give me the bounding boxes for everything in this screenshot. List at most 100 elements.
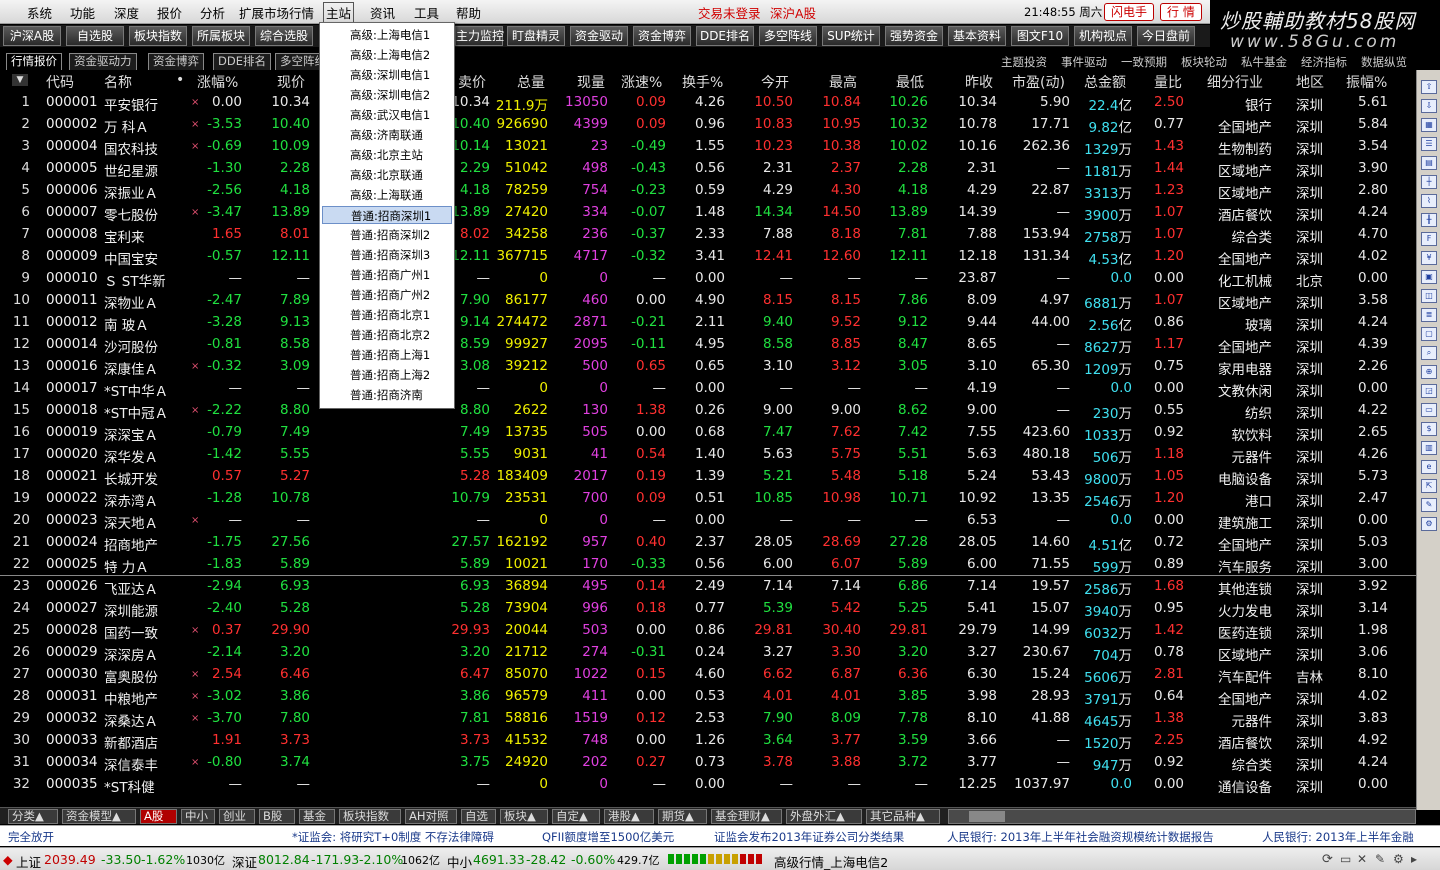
fund-icon[interactable]: ¥ <box>1421 251 1437 265</box>
market-tab[interactable]: B股 <box>259 809 295 824</box>
tab-event-drive[interactable]: 事件驱动 <box>1061 54 1107 70</box>
market-tab[interactable]: 资金模型▲ <box>62 809 136 824</box>
col-price[interactable]: 现价 <box>277 72 305 92</box>
col-volume-ratio[interactable]: 量比 <box>1154 72 1182 92</box>
toolbar-button-watchlist[interactable]: 自选股 <box>66 26 124 46</box>
server-option[interactable]: 高级:上海联通 <box>322 186 452 204</box>
ticker-item[interactable]: QFII额度增至1500亿美元 <box>542 829 674 845</box>
table-row[interactable]: 11 000012 南 玻Ａ -3.28 9.13 9.14 274472 2871 -0.21… <box>0 312 1416 334</box>
toolbar-button-own-sector[interactable]: 所属板块 <box>192 26 250 46</box>
table-row[interactable]: 14 000017 *ST中华Ａ — — —0 0—0.00— — —4.19—0.00 文教休闲… <box>0 378 1416 400</box>
calc-icon[interactable]: ≣ <box>1421 308 1437 322</box>
menu-main-site[interactable]: 主站 <box>323 2 355 23</box>
table-row[interactable]: 2 000002 万 科Ａ × -3.53 10.40 10.40 926690 4399 0.0… <box>0 114 1416 136</box>
market-tab[interactable]: 期货▲ <box>658 809 707 824</box>
table-row[interactable]: 9 000010 Ｓ ST华新 — — —0 0—0.00— — —23.87—0.00 化工机械… <box>0 268 1416 290</box>
table-row[interactable]: 29 000032 深桑达Ａ × -3.70 7.80 7.81 58816 1519 0.12 2… <box>0 708 1416 730</box>
calendar-icon[interactable]: ▣ <box>1421 270 1437 284</box>
server-option[interactable]: 高级:深圳电信1 <box>322 66 452 84</box>
toolbar-button-premarket[interactable]: 今日盘前 <box>1137 26 1195 46</box>
col-prev-close[interactable]: 昨收 <box>965 72 993 92</box>
col-amount[interactable]: 总金额 <box>1084 72 1126 92</box>
table-row[interactable]: 30 000033 新都酒店 1.91 3.73 3.73 41532 748 0.00 1.26… <box>0 730 1416 752</box>
tab-quotes[interactable]: 行情报价 <box>6 53 62 70</box>
col-name[interactable]: 名称 <box>104 72 132 92</box>
ticker-item[interactable]: *证监会: 将研究T+0制度 不存法律障碍 <box>292 829 494 845</box>
list-icon[interactable]: ☰ <box>1421 137 1437 151</box>
settings-icon[interactable]: ⚙ <box>1421 517 1437 531</box>
screen-icon[interactable]: ▭ <box>1421 403 1437 417</box>
toolbar-button-watch-elf[interactable]: 盯盘精灵 <box>507 26 565 46</box>
market-tab[interactable]: 港股▲ <box>604 809 654 824</box>
chart-icon[interactable]: ▭ <box>1340 852 1351 866</box>
menu-tools[interactable]: 工具 <box>414 3 439 22</box>
toolbar-button-sup-stats[interactable]: SUP统计 <box>822 26 880 46</box>
col-speed[interactable]: 涨速% <box>621 72 662 92</box>
market-tab[interactable]: 板块指数 <box>339 809 401 824</box>
tab-capital-drive[interactable]: 资金驱动力 <box>69 53 137 70</box>
market-tab[interactable]: 分类▲ <box>8 809 58 824</box>
toolbar-button-capital-drive[interactable]: 资金驱动 <box>570 26 628 46</box>
server-option[interactable]: 高级:上海电信1 <box>322 26 452 44</box>
table-row[interactable]: 27 000030 富奥股份 × 2.54 6.46 6.47 85070 1022 0.15 4.… <box>0 664 1416 686</box>
sh-index-label[interactable]: 上证 <box>16 852 41 870</box>
market-tab[interactable]: 自定▲ <box>552 809 600 824</box>
toolbar-button-dde-rank[interactable]: DDE排名 <box>696 26 754 46</box>
server-option[interactable]: 普通:招商深圳2 <box>322 226 452 244</box>
db-icon[interactable]: ◫ <box>1421 289 1437 303</box>
refresh-icon[interactable]: ⟳ <box>1322 852 1333 867</box>
col-cur-volume[interactable]: 现量 <box>577 72 605 92</box>
toolbar-button-f10[interactable]: 图文F10 <box>1011 26 1069 46</box>
bars-icon[interactable]: ▥ <box>1421 441 1437 455</box>
server-option[interactable]: 高级:武汉电信1 <box>322 106 452 124</box>
table-row[interactable]: 4 000005 世纪星源 -1.30 2.28 2.29 51042 498 -0.43 0.5… <box>0 158 1416 180</box>
table-row[interactable]: 21 000024 招商地产 -1.75 27.56 27.57 162192 957 0.40… <box>0 532 1416 554</box>
table-row[interactable]: 7 000008 宝利来 1.65 8.01 8.02 34258 236 -0.37 2.33 7… <box>0 224 1416 246</box>
sort-toggle-icon[interactable]: ▼ <box>12 74 28 86</box>
tab-capital-game[interactable]: 资金博弈 <box>148 53 204 70</box>
col-volume[interactable]: 总量 <box>517 72 545 92</box>
col-pe[interactable]: 市盈(动) <box>1012 72 1065 92</box>
market-tab[interactable]: 自选 <box>461 809 496 824</box>
toolbar-button-long-short[interactable]: 多空阵线 <box>759 26 817 46</box>
ticker-item[interactable]: 人民银行: 2013年上半年社会融资规模统计数据报告 <box>947 829 1214 845</box>
table-row[interactable]: 18 000021 长城开发 0.57 5.27 5.28 183409 2017 0.19 1.… <box>0 466 1416 488</box>
menu-analysis[interactable]: 分析 <box>200 3 225 22</box>
scrollbar-thumb[interactable] <box>969 811 1005 822</box>
market-tab[interactable]: AH对照 <box>405 809 457 824</box>
table-row[interactable]: 31 000034 深信泰丰 × -0.80 3.74 3.75 24920 202 0.27 0.… <box>0 752 1416 774</box>
table-row[interactable]: 24 000027 深圳能源 -2.40 5.28 5.28 73904 996 0.18 0.7… <box>0 598 1416 620</box>
table-row[interactable]: 6 000007 零七股份 × -3.47 13.89 13.89 27420 334 -0.07… <box>0 202 1416 224</box>
quote-button[interactable]: 行 情 <box>1160 3 1202 21</box>
toolbar-button-main-force[interactable]: 主力监控 <box>455 26 504 46</box>
server-option[interactable]: 普通:招商广州2 <box>322 286 452 304</box>
f10-icon[interactable]: F <box>1421 232 1437 246</box>
server-option[interactable]: 普通:招商深圳3 <box>322 246 452 264</box>
table-row[interactable]: 25 000028 国药一致 × 0.37 29.90 29.93 20044 503 0.00 0… <box>0 620 1416 642</box>
sme-index-label[interactable]: 中小 <box>447 852 472 870</box>
server-option[interactable]: 高级:深圳电信2 <box>322 86 452 104</box>
ticker-item[interactable]: 人民银行: 2013年上半年金融 <box>1262 829 1414 845</box>
tab-dde-rank[interactable]: DDE排名 <box>213 53 271 70</box>
arrow-down-icon[interactable]: ⇩ <box>1421 99 1437 113</box>
tab-theme-invest[interactable]: 主题投资 <box>1001 54 1047 70</box>
col-low[interactable]: 最低 <box>896 72 924 92</box>
market-tab[interactable]: 基金理财▲ <box>711 809 782 824</box>
menu-extended-market[interactable]: 扩展市场行情 <box>239 3 314 22</box>
table-row[interactable]: 12 000014 沙河股份 -0.81 8.58 8.59 99927 2095 -0.11 4… <box>0 334 1416 356</box>
ticker-item[interactable]: 证监会发布2013年证券公司分类结果 <box>714 829 904 845</box>
server-option[interactable]: 高级:北京联通 <box>322 166 452 184</box>
server-option[interactable]: 高级:济南联通 <box>322 126 452 144</box>
market-tab[interactable]: 其它品种▲ <box>866 809 940 824</box>
market-tab[interactable]: 创业 <box>219 809 255 824</box>
trade-login-status[interactable]: 交易未登录 <box>698 3 761 22</box>
server-option[interactable]: 高级:北京主站 <box>322 146 452 164</box>
table-row[interactable]: 13 000016 深康佳Ａ × -0.32 3.09 3.08 39212 500 0.65 0.… <box>0 356 1416 378</box>
col-turnover[interactable]: 换手% <box>682 72 723 92</box>
table-row[interactable]: 8 000009 中国宝安 -0.57 12.11 12.11 367715 4717 -0.3… <box>0 246 1416 268</box>
table-row[interactable]: 22 000025 特 力Ａ -1.83 5.89 5.89 10021 170 -0.33 0.… <box>0 554 1416 576</box>
book-icon[interactable]: ✎ <box>1421 498 1437 512</box>
table-row[interactable]: 20 000023 深天地Ａ × — — — 0 0 — 0.00 — — — 6.53 — 0.00 建筑施工 深… <box>0 510 1416 532</box>
money-icon[interactable]: $ <box>1421 422 1437 436</box>
close-icon[interactable]: ✕ <box>1357 852 1367 866</box>
